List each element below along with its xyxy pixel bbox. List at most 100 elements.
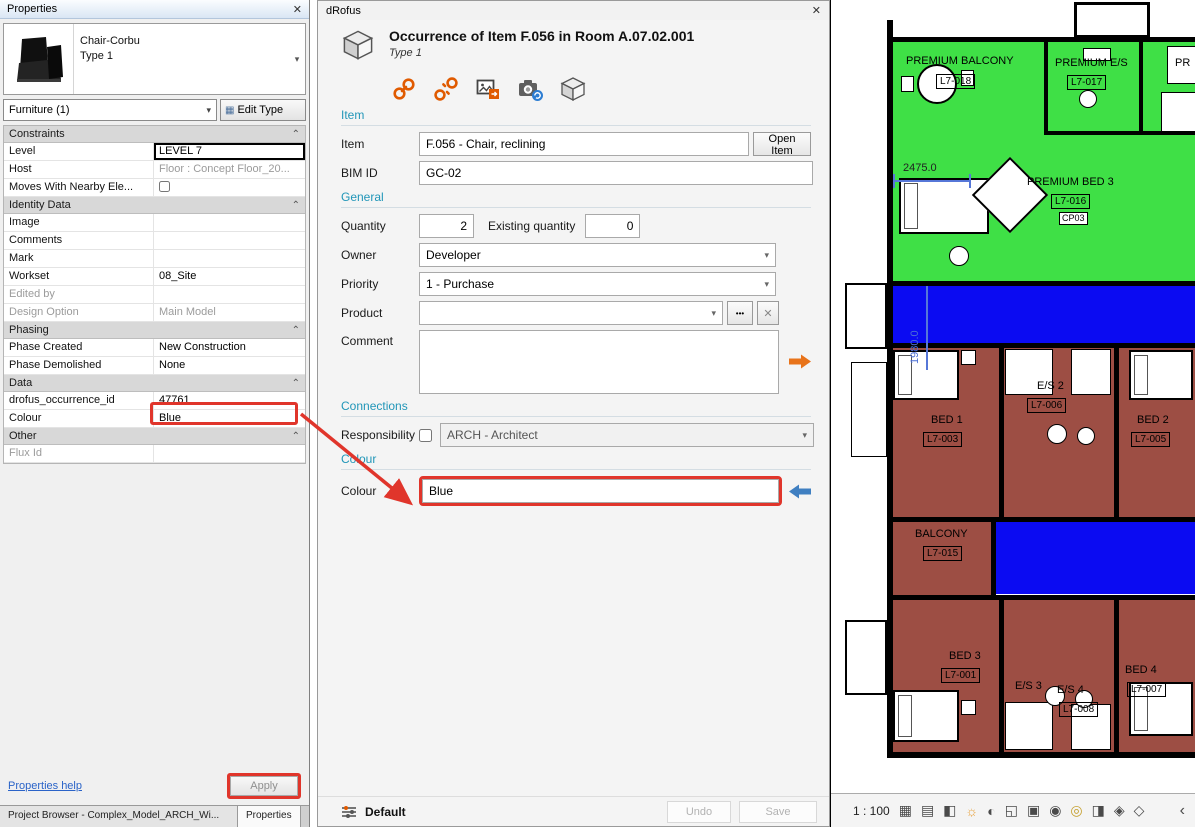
- open-item-button[interactable]: Open Item: [753, 132, 811, 156]
- sun-path-icon[interactable]: ☼: [965, 803, 978, 819]
- responsibility-checkbox[interactable]: [419, 429, 432, 442]
- undo-button[interactable]: Undo: [667, 801, 731, 823]
- quantity-input[interactable]: [419, 214, 474, 238]
- moves-with-checkbox[interactable]: [159, 181, 170, 192]
- link-button[interactable]: [391, 76, 417, 102]
- push-to-model-arrow-icon[interactable]: [789, 330, 811, 369]
- room-name[interactable]: PREMIUM E/S: [1055, 57, 1128, 69]
- room-tag[interactable]: L7-005: [1131, 432, 1170, 447]
- room-tag[interactable]: L7-008: [1059, 702, 1098, 717]
- prop-value-host: Floor : Concept Floor_20...: [154, 161, 305, 178]
- properties-help-link[interactable]: Properties help: [8, 780, 82, 792]
- product-clear-button[interactable]: ✕: [757, 301, 779, 325]
- prop-value-mark[interactable]: [154, 250, 305, 267]
- prop-value-drofus-occurrence-id[interactable]: 47761: [154, 392, 305, 409]
- group-header-phasing[interactable]: Phasing ⌃: [4, 322, 305, 339]
- prop-value-phase-demolished[interactable]: None: [154, 357, 305, 374]
- collapse-arrow-icon[interactable]: ‹: [1180, 802, 1185, 820]
- element-filter-select[interactable]: Furniture (1) ▾: [3, 99, 217, 121]
- show-crop-icon[interactable]: ▣: [1027, 802, 1040, 819]
- collapse-icon[interactable]: ⌃: [292, 325, 300, 336]
- owner-select[interactable]: Developer ▾: [419, 243, 776, 267]
- collapse-icon[interactable]: ⌃: [292, 129, 300, 140]
- room-name[interactable]: BED 4: [1125, 664, 1157, 676]
- close-icon[interactable]: ✕: [293, 3, 302, 16]
- prop-value-phase-created[interactable]: New Construction: [154, 339, 305, 356]
- responsibility-select[interactable]: ARCH - Architect ▾: [440, 423, 814, 447]
- reveal-hidden-icon[interactable]: ◎: [1070, 802, 1082, 819]
- comment-textarea[interactable]: [419, 330, 779, 394]
- room-name[interactable]: E/S 3: [1015, 680, 1042, 692]
- room-badge[interactable]: CP03: [1059, 212, 1088, 225]
- corridor-fill[interactable]: [893, 286, 1195, 343]
- edit-type-button[interactable]: ▦ Edit Type: [220, 99, 306, 121]
- room-tag[interactable]: L7-016: [1051, 194, 1090, 209]
- priority-select[interactable]: 1 - Purchase ▾: [419, 272, 776, 296]
- prop-value-colour[interactable]: Blue: [154, 410, 305, 427]
- drofus-titlebar[interactable]: dRofus ✕: [318, 1, 829, 20]
- collapse-icon[interactable]: ⌃: [292, 431, 300, 442]
- room-name[interactable]: BED 3: [949, 650, 981, 662]
- room-name[interactable]: E/S 2: [1037, 380, 1064, 392]
- room-name[interactable]: PREMIUM BALCONY: [906, 55, 1014, 67]
- pull-from-model-arrow-icon[interactable]: [789, 484, 811, 499]
- dimension-horizontal[interactable]: 2475.0: [903, 162, 937, 174]
- visual-style-icon[interactable]: ◧: [943, 802, 956, 819]
- room-tag[interactable]: L7-018: [936, 74, 975, 89]
- chevron-down-icon[interactable]: ▾: [289, 24, 305, 94]
- drawing-area[interactable]: 2475.0 1980.0 PREMIUM BALCONY L7-018 PRE…: [830, 0, 1195, 827]
- prop-value-level[interactable]: LEVEL 7: [154, 143, 305, 160]
- camera-sync-button[interactable]: [517, 76, 544, 102]
- group-header-constraints[interactable]: Constraints ⌃: [4, 126, 305, 143]
- package-button[interactable]: [560, 76, 586, 102]
- room-tag[interactable]: L7-015: [923, 546, 962, 561]
- prop-value-workset[interactable]: 08_Site: [154, 268, 305, 285]
- unlink-button[interactable]: [433, 76, 459, 102]
- group-header-identity-data[interactable]: Identity Data ⌃: [4, 197, 305, 214]
- room-name[interactable]: PR: [1175, 57, 1190, 69]
- save-button[interactable]: Save: [739, 801, 817, 823]
- group-header-other[interactable]: Other ⌃: [4, 428, 305, 445]
- room-name[interactable]: BED 1: [931, 414, 963, 426]
- collapse-icon[interactable]: ⌃: [292, 200, 300, 211]
- room-tag[interactable]: L7-017: [1067, 75, 1106, 90]
- dimension-vertical[interactable]: 1980.0: [909, 292, 921, 364]
- properties-titlebar[interactable]: Properties ✕: [0, 0, 309, 19]
- tab-properties[interactable]: Properties: [238, 806, 301, 827]
- room-tag[interactable]: L7-003: [923, 432, 962, 447]
- close-icon[interactable]: ✕: [812, 4, 821, 17]
- detail-level-icon[interactable]: ▤: [921, 802, 934, 819]
- displacement-icon[interactable]: ◇: [1134, 802, 1145, 819]
- worksharing-icon[interactable]: ▦: [899, 802, 912, 819]
- void-fill-blue[interactable]: [996, 521, 1195, 594]
- apply-button[interactable]: Apply: [230, 776, 298, 796]
- bim-id-input[interactable]: [419, 161, 813, 185]
- room-name[interactable]: BED 2: [1137, 414, 1169, 426]
- shadows-icon[interactable]: ◐: [987, 803, 995, 819]
- temporary-view-properties-icon[interactable]: ◨: [1092, 802, 1105, 819]
- collapse-icon[interactable]: ⌃: [292, 378, 300, 389]
- room-tag[interactable]: L7-006: [1027, 398, 1066, 413]
- tab-project-browser[interactable]: Project Browser - Complex_Model_ARCH_Wi.…: [0, 806, 238, 827]
- room-tag[interactable]: L7-007: [1127, 682, 1166, 697]
- chevron-down-icon: ▾: [206, 105, 211, 116]
- crop-view-icon[interactable]: ◱: [1005, 802, 1018, 819]
- prop-label-mark: Mark: [4, 250, 154, 267]
- analytical-model-icon[interactable]: ◈: [1114, 802, 1125, 819]
- product-select[interactable]: ▾: [419, 301, 723, 325]
- product-browse-button[interactable]: •••: [727, 301, 753, 325]
- room-name[interactable]: E/S 4: [1057, 684, 1084, 696]
- scale-button[interactable]: 1 : 100: [853, 804, 890, 818]
- temporary-hide-icon[interactable]: ◉: [1049, 802, 1061, 819]
- image-button[interactable]: [475, 76, 501, 102]
- item-input[interactable]: [419, 132, 749, 156]
- existing-quantity-input[interactable]: [585, 214, 640, 238]
- type-selector[interactable]: Chair-Corbu Type 1 ▾: [3, 23, 306, 95]
- prop-value-comments[interactable]: [154, 232, 305, 249]
- prop-value-image[interactable]: [154, 214, 305, 231]
- group-header-data[interactable]: Data ⌃: [4, 375, 305, 392]
- room-name[interactable]: BALCONY: [915, 528, 968, 540]
- colour-input[interactable]: [422, 479, 779, 503]
- room-tag[interactable]: L7-001: [941, 668, 980, 683]
- room-name[interactable]: PREMIUM BED 3: [1027, 176, 1114, 188]
